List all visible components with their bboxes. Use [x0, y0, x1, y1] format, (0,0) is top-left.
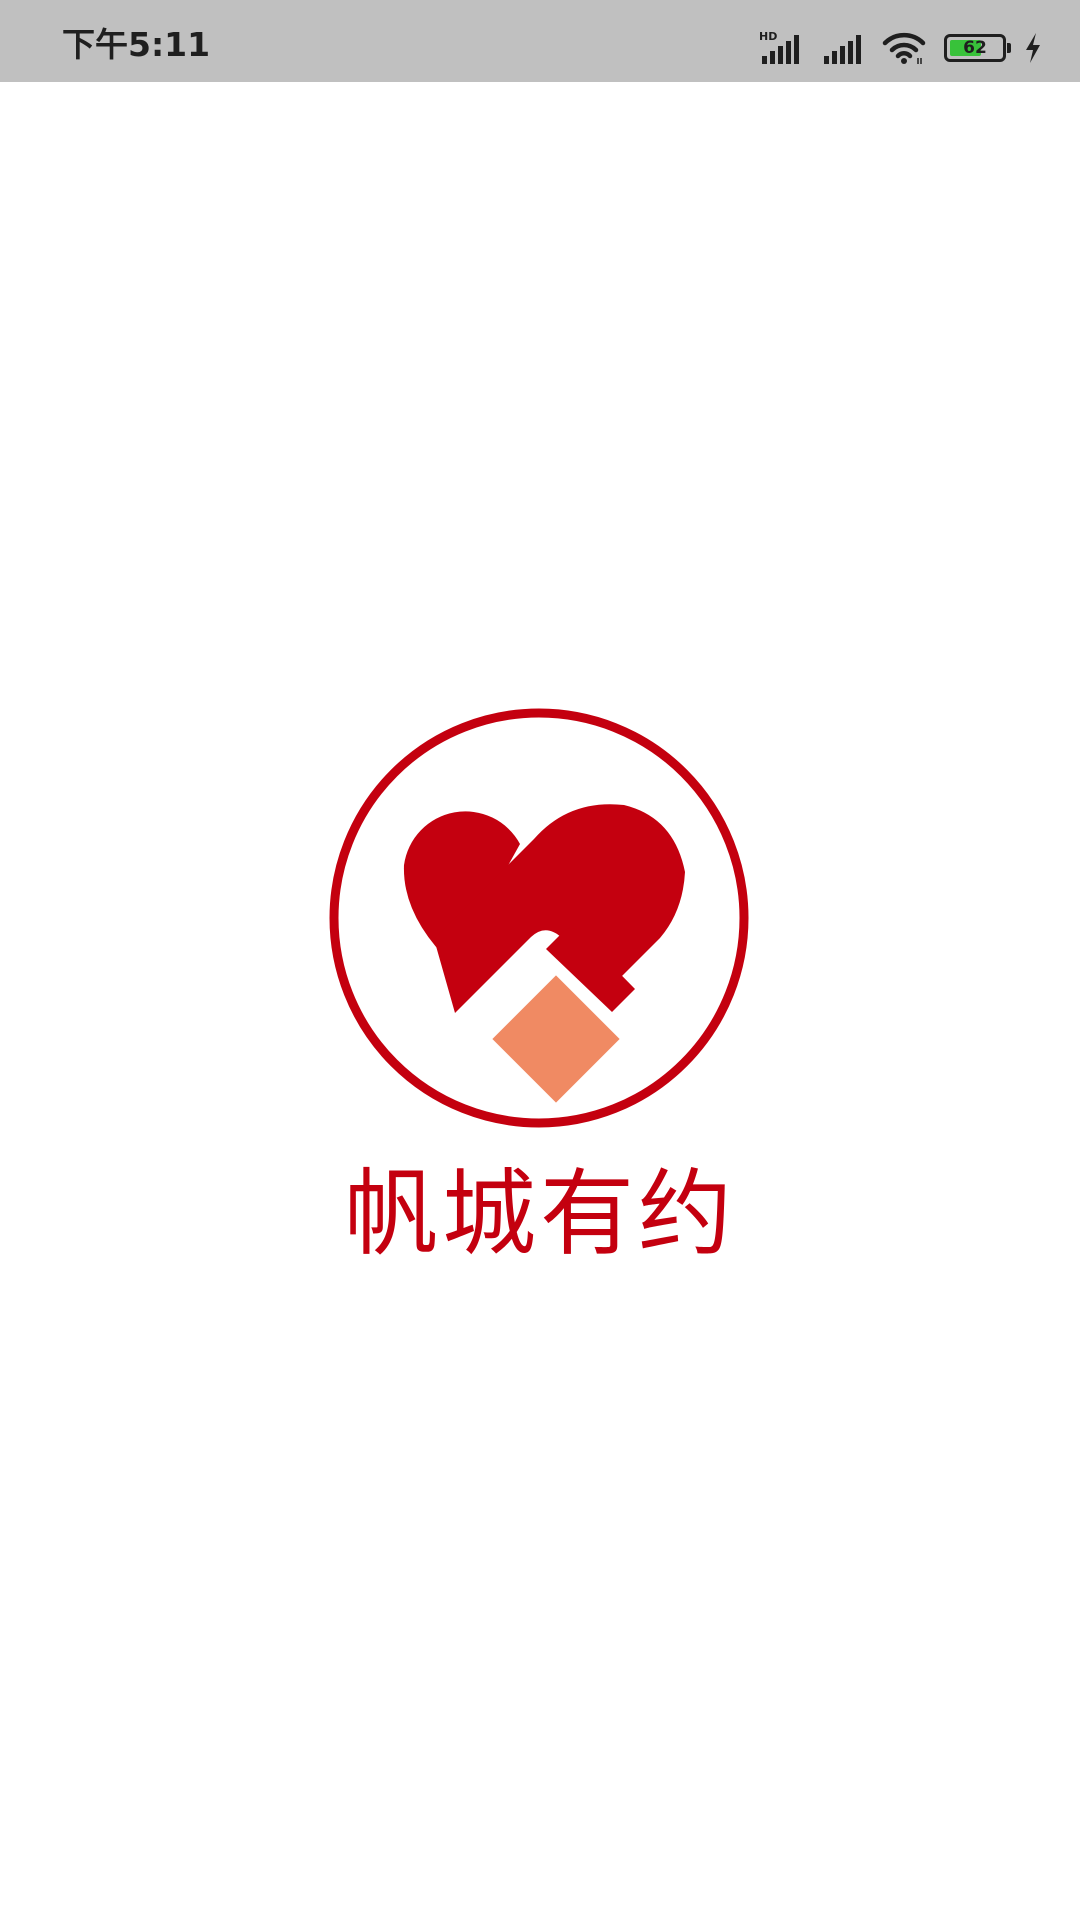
battery-icon: 62: [944, 34, 1011, 62]
app-name: 帆城有约: [343, 1160, 736, 1269]
logo-heart: [403, 804, 685, 1013]
wifi-icon: [882, 30, 926, 66]
status-time: 下午5:11: [62, 25, 211, 64]
charging-icon: [1024, 32, 1042, 64]
hd-signal-icon: HD: [758, 30, 804, 66]
signal-icon: [822, 30, 864, 66]
status-bar: 下午5:11 HD 62: [0, 0, 1080, 82]
splash-screen: 下午5:11 HD 62 帆城有约: [0, 0, 1080, 1920]
battery-cap: [1007, 43, 1011, 53]
status-icons: HD 62: [758, 28, 1042, 68]
network-label: HD: [759, 30, 777, 43]
battery-level: 62: [963, 38, 987, 58]
heart-handshake-logo: [325, 704, 753, 1132]
